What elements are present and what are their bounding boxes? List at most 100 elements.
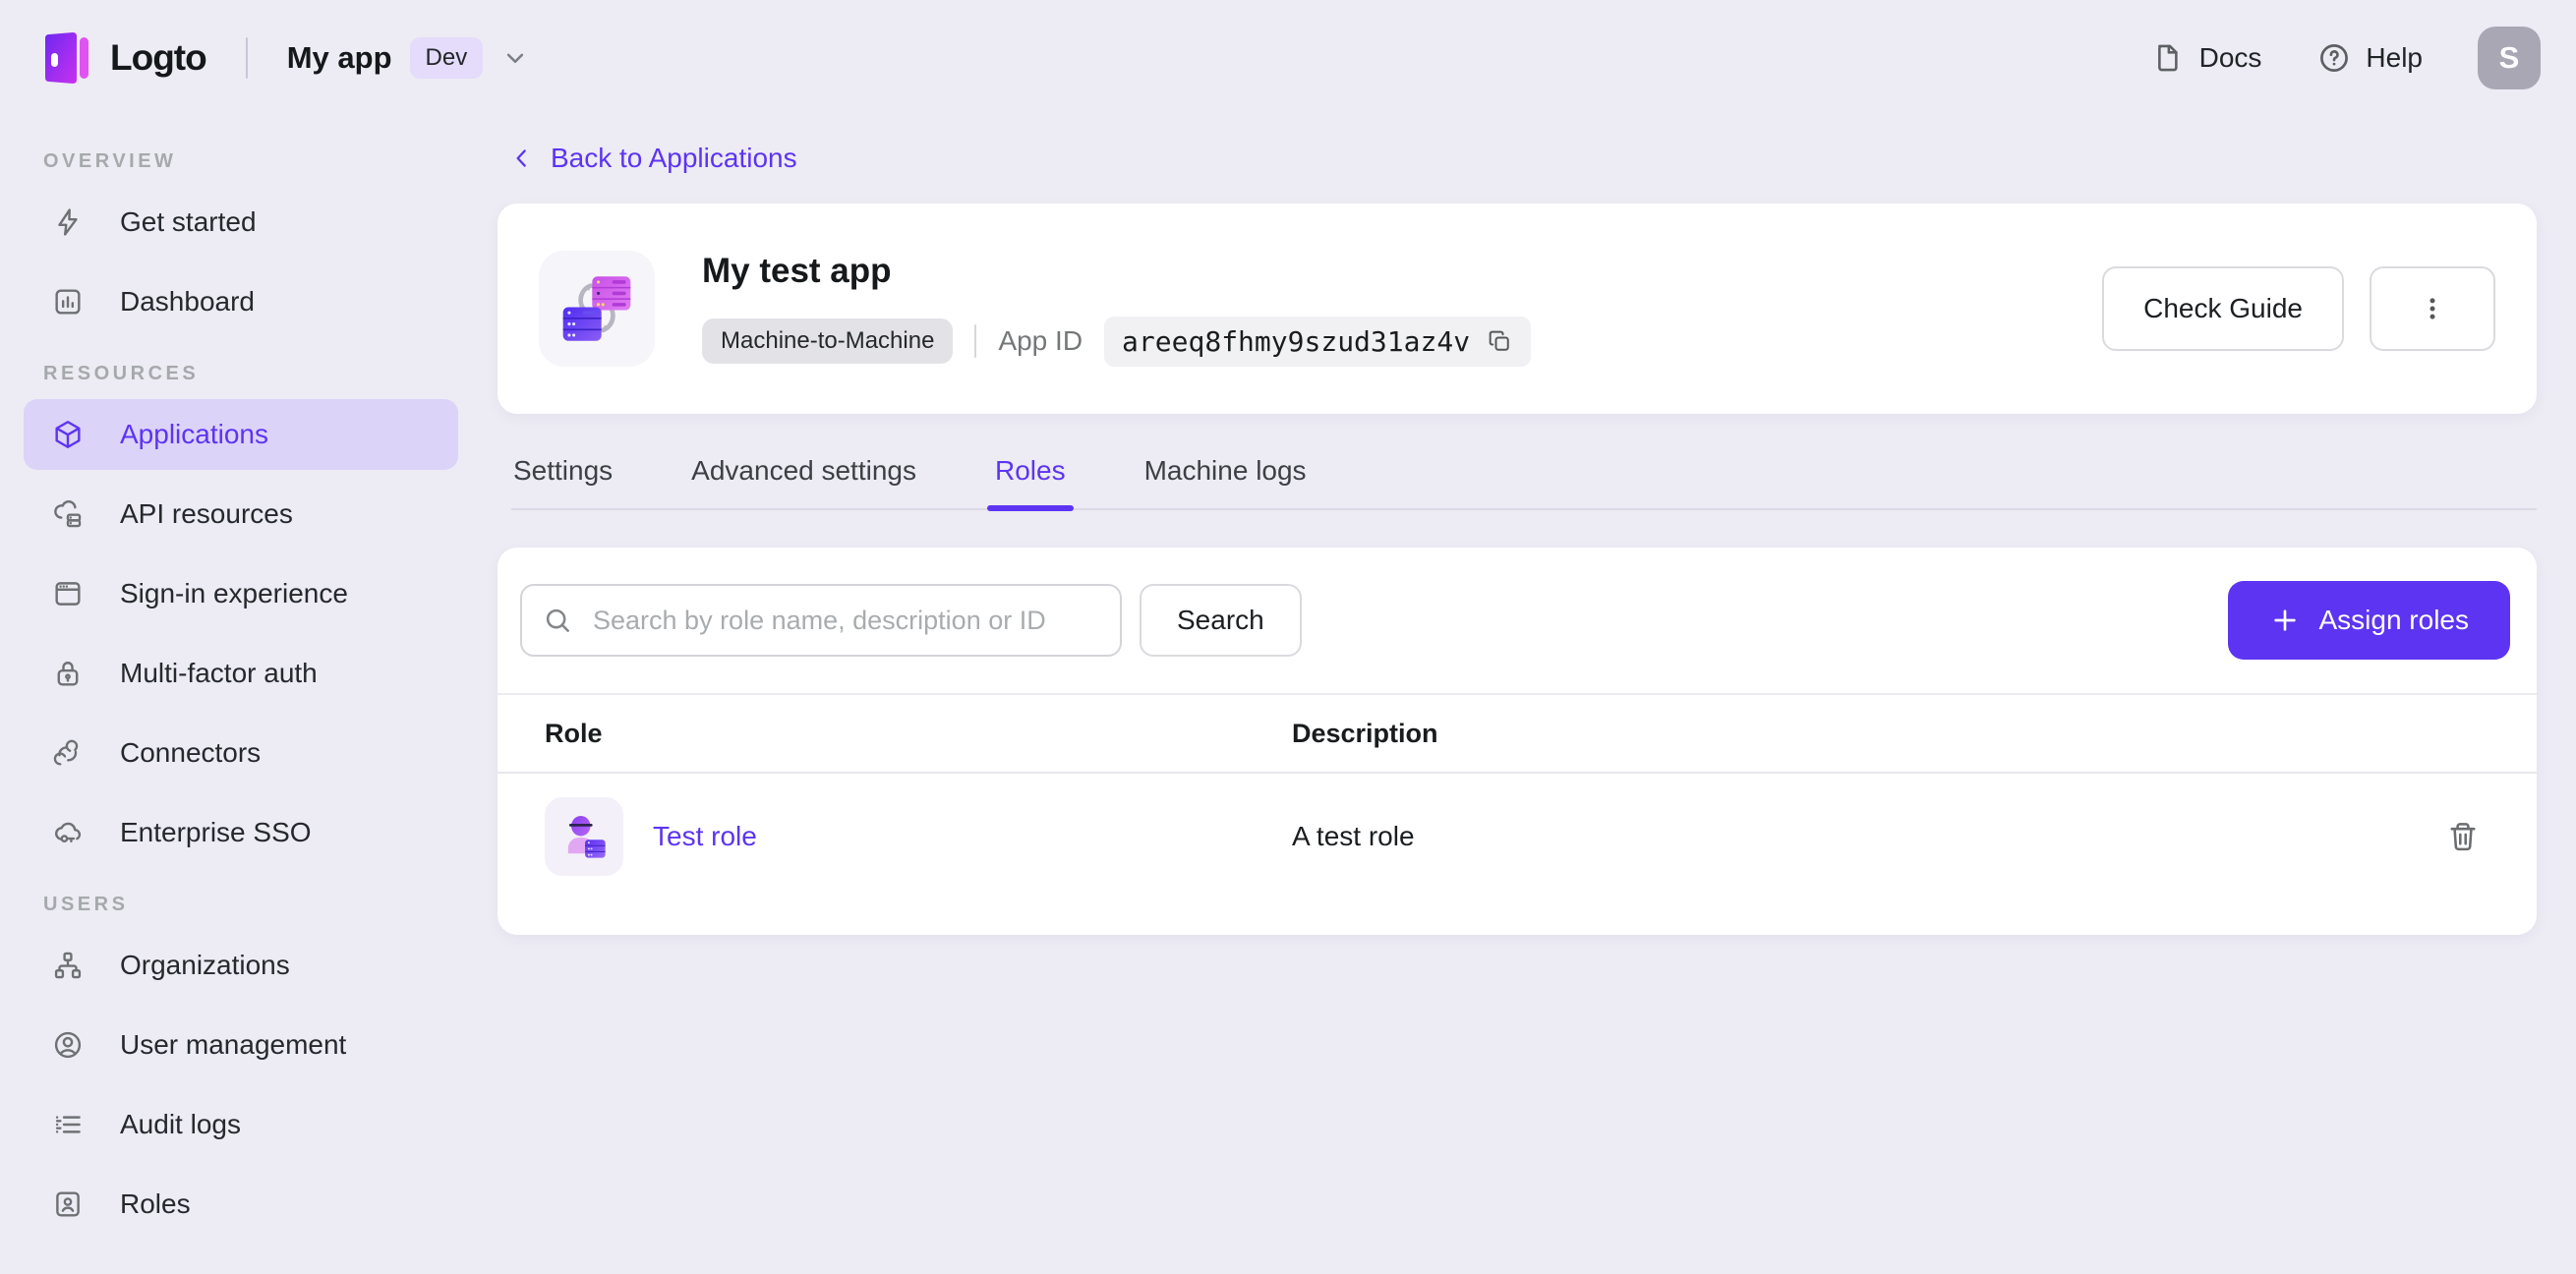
help-link[interactable]: Help xyxy=(2316,40,2423,76)
app-header-card: My test app Machine-to-Machine App ID ar… xyxy=(498,203,2537,414)
role-description: A test role xyxy=(1292,821,1415,851)
roles-panel: Search Assign roles Role Description xyxy=(498,548,2537,935)
tab-roles[interactable]: Roles xyxy=(987,449,1074,511)
sidebar-item-label: Connectors xyxy=(120,737,262,768)
sidebar-item-multi-factor-auth[interactable]: Multi-factor auth xyxy=(24,638,458,709)
main-content: Back to Applications My test app Machine… xyxy=(482,115,2576,935)
app-meta: Machine-to-Machine App ID areeq8fhmy9szu… xyxy=(702,316,1532,367)
check-guide-button[interactable]: Check Guide xyxy=(2102,266,2344,351)
sidebar-item-user-management[interactable]: User management xyxy=(24,1010,458,1080)
plus-icon xyxy=(2269,605,2301,636)
list-icon xyxy=(51,1108,85,1141)
roles-table: Role Description Test role A test role xyxy=(498,693,2537,935)
app-type-badge: Machine-to-Machine xyxy=(702,318,954,364)
app-id-pill[interactable]: areeq8fhmy9szud31az4v xyxy=(1104,316,1532,367)
docs-label: Docs xyxy=(2198,41,2262,73)
tab-bar: Settings Advanced settings Roles Machine… xyxy=(511,449,2537,511)
env-badge: Dev xyxy=(409,36,484,79)
sidebar-item-label: Roles xyxy=(120,1188,191,1219)
chevron-left-icon xyxy=(509,145,535,171)
row-actions xyxy=(2389,813,2537,860)
tenant-selector[interactable]: My app Dev xyxy=(286,36,530,79)
trash-icon xyxy=(2445,819,2481,854)
assign-roles-label: Assign roles xyxy=(2318,605,2469,635)
assign-roles-button[interactable]: Assign roles xyxy=(2228,581,2510,660)
roles-toolbar: Search Assign roles xyxy=(498,581,2537,693)
topbar-divider xyxy=(245,36,248,79)
roles-card-footer xyxy=(498,899,2537,935)
sidebar-item-label: API resources xyxy=(120,498,293,529)
sidebar: OVERVIEW Get started Dashboard RESOURCES… xyxy=(0,115,482,1248)
sidebar-item-label: Enterprise SSO xyxy=(120,817,312,847)
section-label-overview: OVERVIEW xyxy=(43,150,177,172)
sidebar-item-sign-in-experience[interactable]: Sign-in experience xyxy=(24,558,458,629)
sidebar-item-label: Audit logs xyxy=(120,1109,241,1139)
section-label-users: USERS xyxy=(43,894,129,915)
bar-chart-icon xyxy=(51,285,85,318)
cloud-server-icon xyxy=(51,497,85,531)
cube-icon xyxy=(51,418,85,451)
docs-link[interactable]: Docs xyxy=(2152,41,2262,75)
search-box xyxy=(520,584,1122,657)
app-title: My test app xyxy=(702,251,892,290)
sidebar-item-label: Sign-in experience xyxy=(120,578,348,608)
more-actions-button[interactable] xyxy=(2370,266,2495,351)
back-to-applications-link[interactable]: Back to Applications xyxy=(509,143,797,174)
search-button[interactable]: Search xyxy=(1140,584,1302,657)
role-cell: Test role xyxy=(545,797,1292,876)
table-header-row: Role Description xyxy=(498,695,2537,774)
sidebar-item-label: Get started xyxy=(120,206,257,237)
m2m-app-icon xyxy=(539,251,655,367)
browser-window-icon xyxy=(51,577,85,610)
sidebar-item-audit-logs[interactable]: Audit logs xyxy=(24,1089,458,1160)
help-label: Help xyxy=(2366,41,2423,73)
column-header-role: Role xyxy=(545,718,603,748)
sidebar-item-applications[interactable]: Applications xyxy=(24,399,458,470)
kebab-icon xyxy=(2418,294,2447,323)
sidebar-item-roles[interactable]: Roles xyxy=(24,1169,458,1240)
sidebar-item-label: Multi-factor auth xyxy=(120,658,318,688)
document-icon xyxy=(2152,41,2186,75)
delete-role-button[interactable] xyxy=(2439,813,2487,860)
copy-icon[interactable] xyxy=(1486,327,1513,355)
role-avatar-icon xyxy=(545,797,623,876)
connector-icon xyxy=(51,736,85,770)
question-circle-icon xyxy=(2316,40,2352,76)
role-name-link[interactable]: Test role xyxy=(653,821,757,852)
section-label-resources: RESOURCES xyxy=(43,363,200,384)
sidebar-item-enterprise-sso[interactable]: Enterprise SSO xyxy=(24,797,458,868)
sidebar-item-organizations[interactable]: Organizations xyxy=(24,930,458,1001)
tab-settings[interactable]: Settings xyxy=(511,449,615,508)
app-id-label: App ID xyxy=(998,325,1083,356)
column-header-description: Description xyxy=(1292,718,1438,748)
sidebar-item-get-started[interactable]: Get started xyxy=(24,187,458,258)
app-info: My test app Machine-to-Machine App ID ar… xyxy=(702,251,1532,367)
org-chart-icon xyxy=(51,949,85,982)
sidebar-item-api-resources[interactable]: API resources xyxy=(24,479,458,550)
table-row: Test role A test role xyxy=(498,774,2537,899)
logto-brand[interactable]: Logto xyxy=(39,30,207,86)
sidebar-item-label: Dashboard xyxy=(120,286,255,317)
sidebar-item-label: Applications xyxy=(120,419,268,449)
sidebar-item-connectors[interactable]: Connectors xyxy=(24,718,458,788)
app-actions: Check Guide xyxy=(2102,266,2495,351)
sidebar-item-label: Organizations xyxy=(120,950,290,980)
tab-advanced-settings[interactable]: Advanced settings xyxy=(689,449,918,508)
tab-machine-logs[interactable]: Machine logs xyxy=(1142,449,1309,508)
chevron-down-icon xyxy=(500,43,530,73)
user-circle-icon xyxy=(51,1028,85,1062)
tenant-name: My app xyxy=(286,39,392,75)
search-input[interactable] xyxy=(520,584,1122,657)
avatar[interactable]: S xyxy=(2478,26,2541,89)
sidebar-item-label: User management xyxy=(120,1029,347,1060)
back-link-label: Back to Applications xyxy=(551,143,797,173)
id-badge-icon xyxy=(51,1187,85,1221)
meta-divider xyxy=(974,324,977,358)
lock-icon xyxy=(51,657,85,690)
brand-name: Logto xyxy=(110,36,207,78)
sidebar-item-dashboard[interactable]: Dashboard xyxy=(24,266,458,337)
cloud-key-icon xyxy=(51,816,85,849)
avatar-initial: S xyxy=(2498,39,2520,75)
logto-logo-icon xyxy=(39,30,90,86)
topbar: Logto My app Dev Docs Help S xyxy=(0,0,2576,115)
